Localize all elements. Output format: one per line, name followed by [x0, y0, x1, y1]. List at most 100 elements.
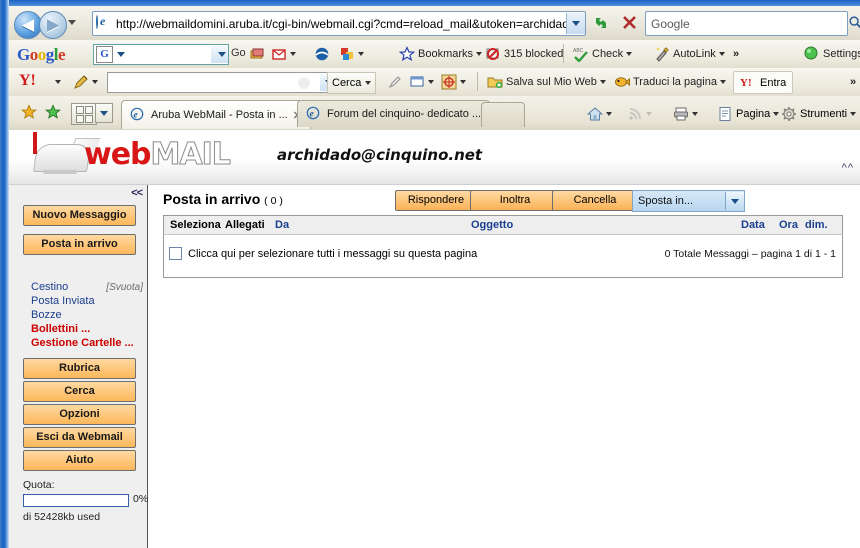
- mailbox-icon: [271, 46, 287, 62]
- yahoo-target-button[interactable]: [441, 72, 466, 92]
- yahoo-toolbar: Y! Cerca Salva sul Mio Web Traduci la pa…: [9, 68, 860, 96]
- forward-button[interactable]: ▶: [39, 11, 67, 39]
- refresh-button[interactable]: [589, 11, 613, 34]
- sidebar-inbox-button[interactable]: Posta in arrivo: [23, 234, 136, 255]
- sidebar-folder-bollettini[interactable]: Bollettini ...: [31, 322, 147, 336]
- forward-button[interactable]: Inoltra: [470, 190, 560, 211]
- sidebar-collapse-button[interactable]: <<: [131, 187, 143, 199]
- bookmarks-sync-button[interactable]: [339, 44, 364, 64]
- refresh-icon: [596, 17, 606, 28]
- select-all-label[interactable]: Clicca qui per selezionare tutti i messa…: [188, 248, 477, 260]
- google-go-label[interactable]: Go: [231, 47, 246, 59]
- blocked-icon: [485, 46, 501, 62]
- yahoo-translate-button[interactable]: Traduci la pagina: [614, 72, 726, 92]
- column-seleziona[interactable]: Seleziona: [170, 219, 221, 231]
- page-menu-button[interactable]: Pagina: [717, 104, 780, 124]
- recent-pages-chevron-icon[interactable]: [68, 20, 76, 25]
- column-ora[interactable]: Ora: [779, 219, 798, 231]
- google-settings-button[interactable]: Settings: [804, 44, 860, 64]
- address-input[interactable]: http://webmaildomini.aruba.it/cgi-bin/we…: [92, 11, 586, 36]
- yahoo-cerca-button[interactable]: Cerca: [327, 72, 377, 94]
- bookmarks-button[interactable]: Bookmarks: [398, 44, 483, 64]
- column-oggetto[interactable]: Oggetto: [471, 219, 513, 231]
- sidebar-folder-label[interactable]: Bozze: [31, 309, 62, 321]
- bookmarks-caret-icon[interactable]: [476, 52, 483, 56]
- highlight-icon[interactable]: [249, 46, 265, 62]
- yahoo-marker-button[interactable]: [387, 72, 403, 92]
- move-to-select[interactable]: Sposta in...: [632, 190, 745, 212]
- yahoo-overflow-button[interactable]: »: [850, 72, 856, 92]
- autolink-caret-icon[interactable]: [718, 52, 725, 56]
- yahoo-windows-button[interactable]: [409, 72, 434, 92]
- feeds-button[interactable]: [627, 104, 652, 124]
- svg-text:ABC: ABC: [573, 48, 584, 54]
- earth-button[interactable]: [314, 44, 330, 64]
- blocks-caret-icon[interactable]: [358, 52, 364, 56]
- page-title-text: Posta in arrivo: [163, 191, 261, 207]
- sidebar-folder-cestino[interactable]: Cestino [Svuota]: [31, 280, 147, 294]
- spellcheck-caret-icon[interactable]: [626, 52, 633, 56]
- tab-aruba-webmail[interactable]: e Aruba WebMail - Posta in ... ✕: [121, 100, 311, 129]
- message-count-text: 0 Totale Messaggi – pagina 1 di 1 - 1: [664, 247, 836, 260]
- yahoo-pencil-button[interactable]: [73, 72, 98, 92]
- column-dim[interactable]: dim.: [805, 219, 828, 231]
- autolink-button[interactable]: AutoLink: [654, 44, 725, 64]
- tools-menu-button[interactable]: Strumenti: [781, 104, 857, 124]
- google-search-dropdown-button[interactable]: [211, 46, 228, 63]
- overflow-chevrons-icon: »: [733, 48, 740, 60]
- select-all-row: Clicca qui per selezionare tutti i messa…: [169, 247, 836, 260]
- sidebar-opzioni-button[interactable]: Opzioni: [23, 404, 136, 425]
- address-dropdown-button[interactable]: [565, 13, 585, 34]
- browser-search-go-button[interactable]: [845, 12, 860, 32]
- home-button[interactable]: [586, 104, 612, 124]
- column-allegati[interactable]: Allegati: [225, 219, 265, 231]
- yahoo-logo-caret[interactable]: [55, 72, 61, 92]
- google-search-input[interactable]: G: [93, 44, 229, 65]
- select-all-checkbox[interactable]: [169, 247, 182, 260]
- yahoo-search-input[interactable]: [107, 72, 339, 93]
- back-button[interactable]: ◀: [14, 11, 42, 39]
- sidebar-cerca-button[interactable]: Cerca: [23, 381, 136, 402]
- favorites-star-icon[interactable]: [20, 104, 38, 124]
- new-tab-button[interactable]: [481, 102, 525, 127]
- sidebar-folder-posta-inviata[interactable]: Posta Inviata: [31, 294, 147, 308]
- webmail-main-panel: Posta in arrivo ( 0 ) Rispondere Inoltra…: [148, 185, 860, 548]
- sidebar-folder-bozze[interactable]: Bozze: [31, 308, 147, 322]
- tab-forum-cinquino[interactable]: e Forum del cinquino- dedicato ...: [297, 100, 491, 127]
- sidebar-folder-label[interactable]: Bollettini ...: [31, 323, 90, 335]
- gmail-caret-icon[interactable]: [290, 52, 296, 56]
- sidebar-folder-label[interactable]: Cestino: [31, 281, 68, 293]
- print-button[interactable]: [673, 104, 698, 124]
- gmail-button[interactable]: [271, 44, 296, 64]
- add-favorite-icon[interactable]: [44, 104, 62, 124]
- sidebar-new-message-button[interactable]: Nuovo Messaggio: [23, 205, 136, 226]
- move-to-chevron-icon[interactable]: [725, 192, 744, 210]
- message-list: Seleziona Allegati Da Oggetto Data Ora d…: [163, 215, 843, 278]
- message-list-body: Clicca qui per selezionare tutti i messa…: [163, 234, 843, 278]
- delete-button[interactable]: Cancella: [552, 190, 638, 211]
- yahoo-overflow-icon: »: [850, 76, 857, 88]
- google-toolbar-overflow-button[interactable]: »: [733, 44, 739, 64]
- column-da[interactable]: Da: [275, 219, 289, 231]
- yahoo-save-web-button[interactable]: Salva sul Mio Web: [487, 72, 606, 92]
- column-data[interactable]: Data: [741, 219, 765, 231]
- sidebar-empty-trash-link[interactable]: [Svuota]: [106, 282, 147, 293]
- yahoo-signin-button[interactable]: Y! Entra: [733, 71, 794, 94]
- browser-search-value: Google: [651, 16, 690, 31]
- sidebar-rubrica-button[interactable]: Rubrica: [23, 358, 136, 379]
- spellcheck-button[interactable]: ABC Check: [573, 44, 633, 64]
- sidebar-aiuto-button[interactable]: Aiuto: [23, 450, 136, 471]
- tab-list-dropdown-button[interactable]: [95, 103, 113, 123]
- sidebar-folder-gestione-cartelle[interactable]: Gestione Cartelle ...: [31, 336, 147, 350]
- quick-tabs-button[interactable]: [71, 103, 97, 125]
- sidebar-folder-label[interactable]: Posta Inviata: [31, 295, 95, 307]
- sidebar-logout-button[interactable]: Esci da Webmail: [23, 427, 136, 448]
- google-badge-chevron-icon[interactable]: [117, 52, 125, 57]
- browser-search-input[interactable]: Google: [645, 11, 848, 36]
- popup-blocker-button[interactable]: 315 blocked: [485, 44, 563, 64]
- sidebar-folder-label[interactable]: Gestione Cartelle ...: [31, 337, 134, 349]
- home-icon: [586, 106, 604, 122]
- stop-button[interactable]: [617, 11, 641, 34]
- yahoo-signin-label: Entra: [760, 76, 787, 89]
- reply-button[interactable]: Rispondere: [395, 190, 477, 211]
